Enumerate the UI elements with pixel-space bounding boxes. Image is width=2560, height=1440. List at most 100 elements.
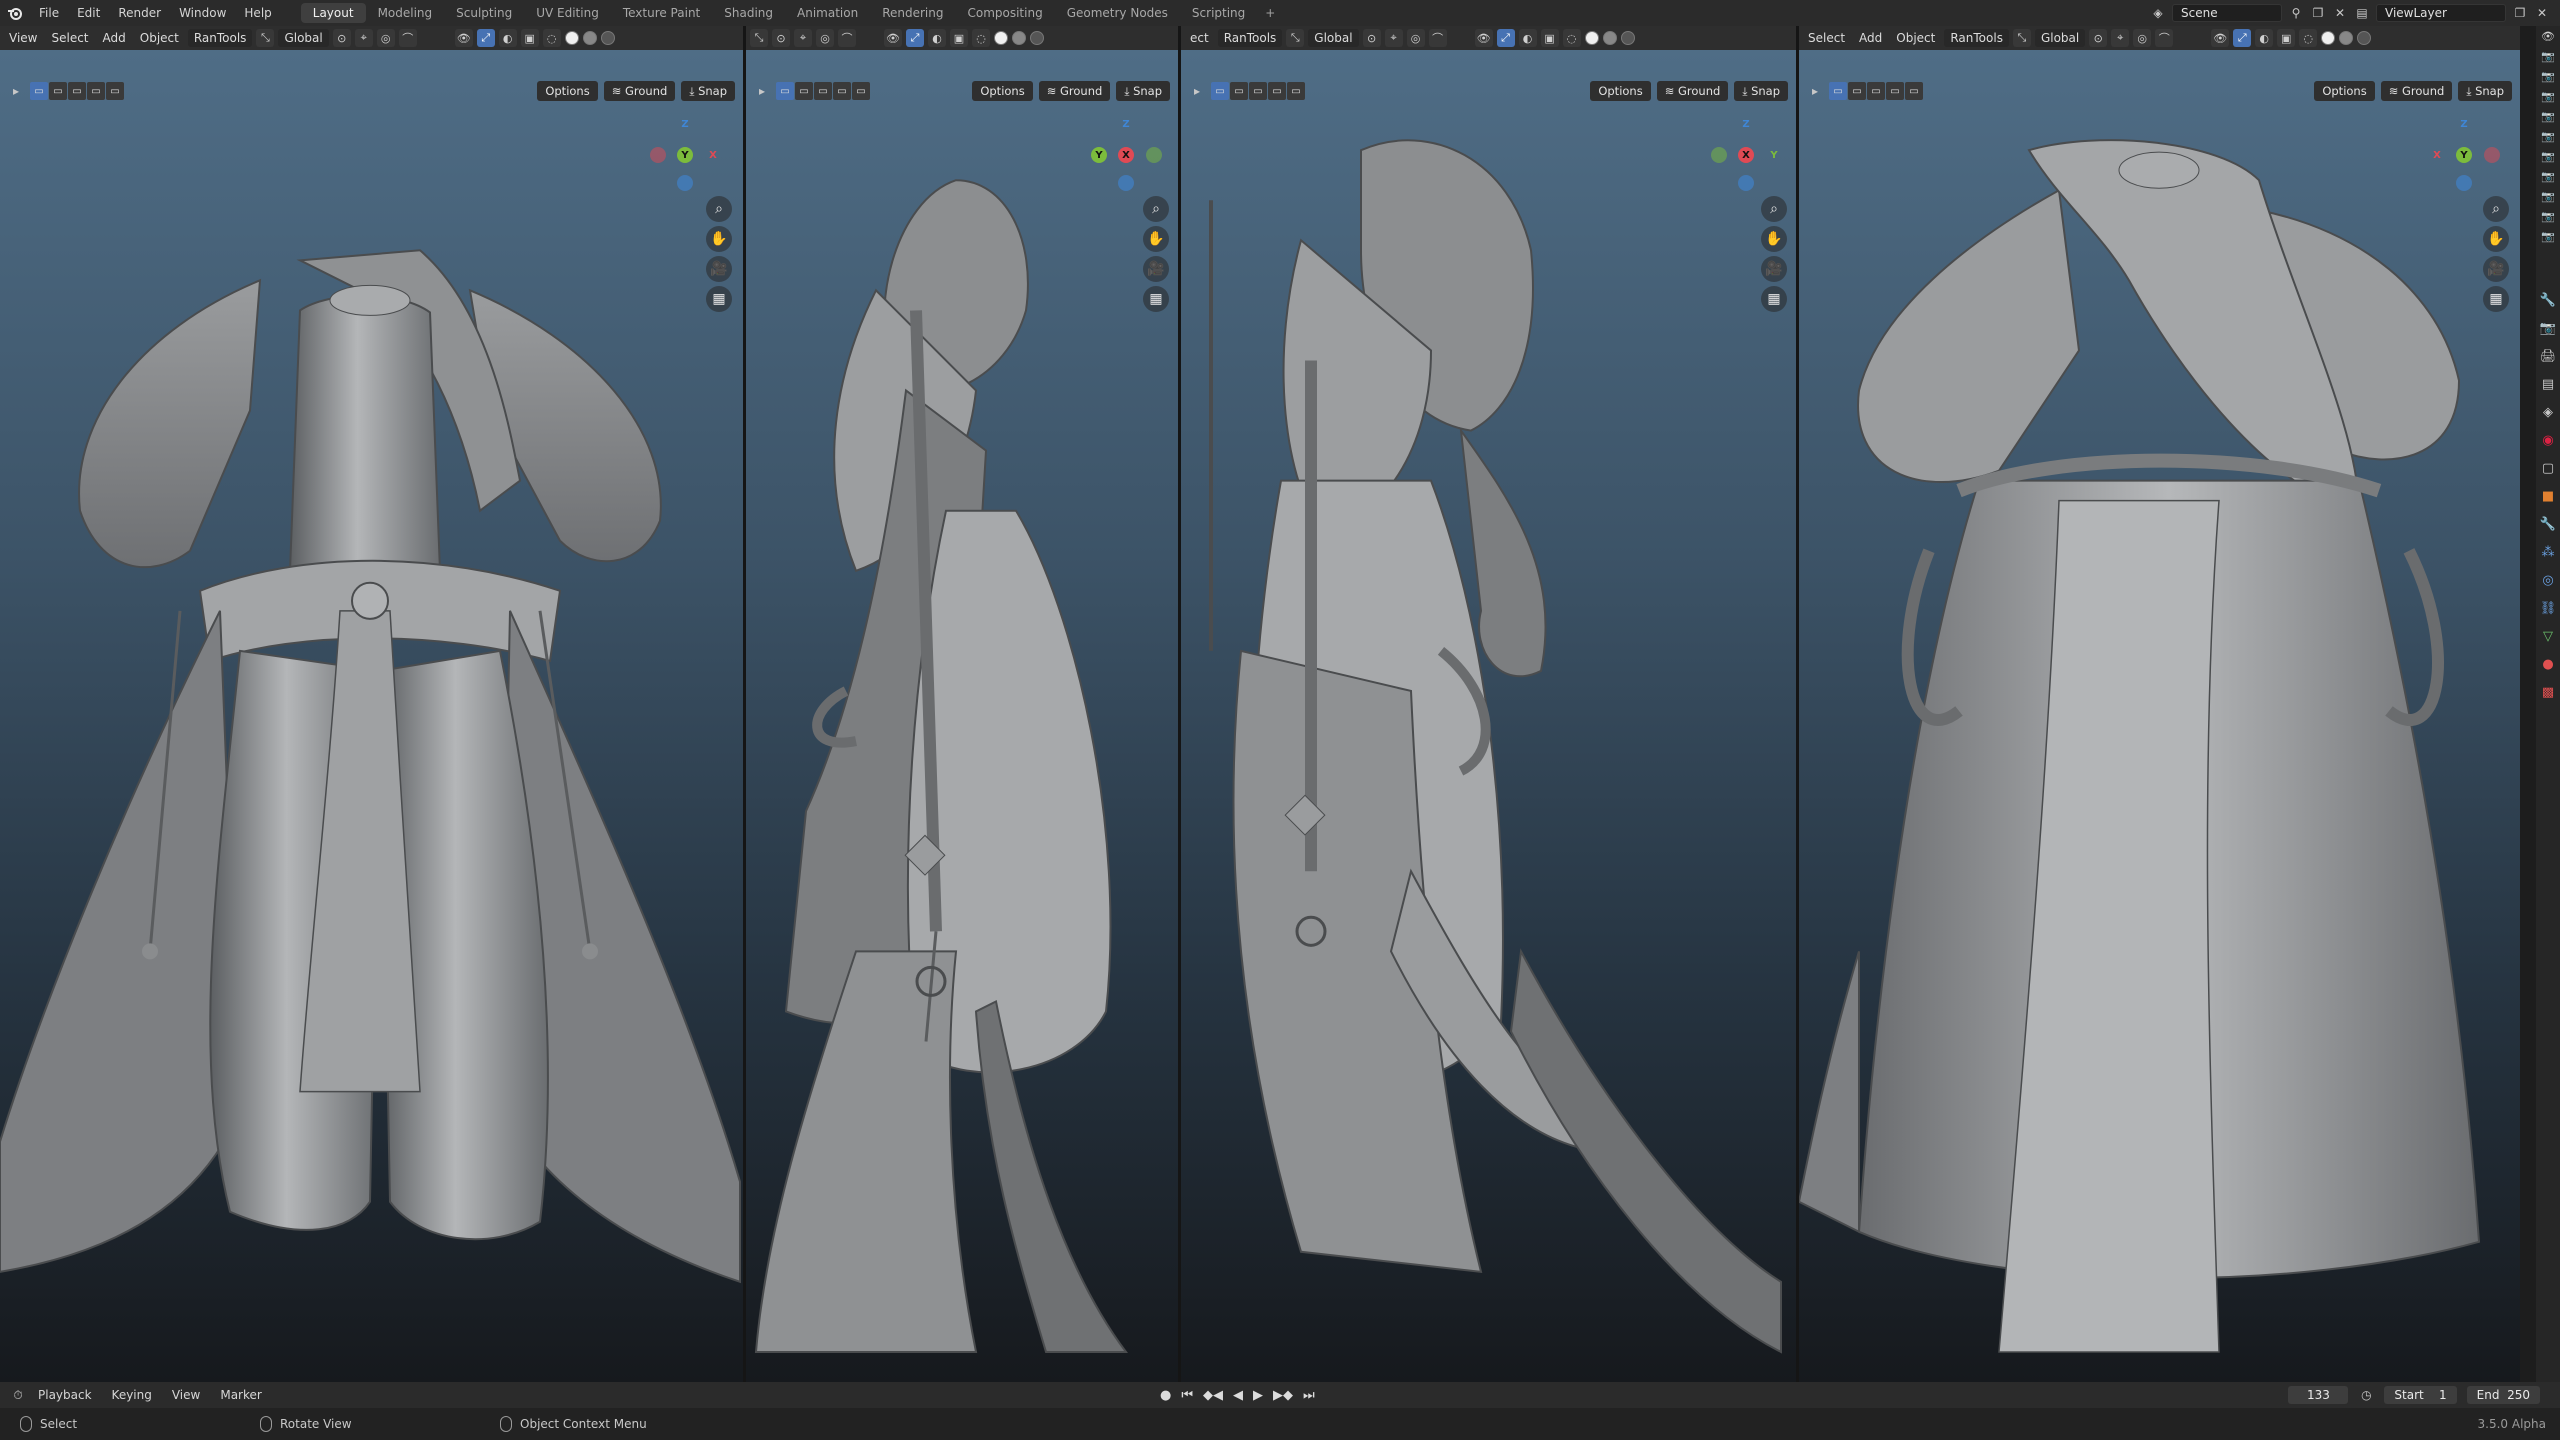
wireframe-shading-icon[interactable]: ◌ xyxy=(972,29,990,47)
xray-icon[interactable]: ▣ xyxy=(1540,29,1559,47)
material-tab-icon[interactable]: ● xyxy=(2536,650,2560,678)
start-frame-field[interactable]: Start 1 xyxy=(2384,1386,2457,1404)
gizmo-x-axis[interactable]: X xyxy=(1738,147,1754,163)
select-invert-icon[interactable]: ▭ xyxy=(833,82,851,100)
pivot-icon[interactable]: ⊙ xyxy=(1362,29,1381,47)
pivot-icon[interactable]: ⊙ xyxy=(332,29,351,47)
add-workspace-button[interactable]: + xyxy=(1257,6,1283,20)
select-subtract-icon[interactable]: ▭ xyxy=(68,82,86,100)
object-tab-icon[interactable]: ■ xyxy=(2536,482,2560,510)
menu-marker[interactable]: Marker xyxy=(212,1388,269,1402)
menu-window[interactable]: Window xyxy=(170,0,235,26)
toolbar-toggle-icon[interactable]: ▸ xyxy=(1189,83,1205,99)
gizmo-toggle-icon[interactable]: ⤢ xyxy=(2233,29,2252,47)
select-subtract-icon[interactable]: ▭ xyxy=(1867,82,1885,100)
wireframe-shading-icon[interactable]: ◌ xyxy=(542,29,561,47)
snap-icon[interactable]: ⌖ xyxy=(1384,29,1403,47)
snap-button[interactable]: ⤓ Snap xyxy=(1734,81,1788,101)
end-frame-field[interactable]: End 250 xyxy=(2466,1386,2540,1404)
gizmo-neg-y-axis[interactable] xyxy=(1146,147,1162,163)
visibility-icon[interactable]: 👁 xyxy=(884,29,902,47)
menu-add[interactable]: Add xyxy=(98,31,131,45)
falloff-icon[interactable]: ⌒ xyxy=(1428,29,1447,47)
proportional-icon[interactable]: ◎ xyxy=(376,29,395,47)
gizmo-z-axis[interactable]: Z xyxy=(1738,116,1754,132)
orientation-dropdown[interactable]: Global xyxy=(278,29,329,47)
gizmo-neg-z-axis[interactable] xyxy=(2456,175,2472,191)
outliner-camera-icon[interactable]: 📷 xyxy=(2536,86,2560,106)
gizmo-y-axis[interactable]: Y xyxy=(1766,147,1782,163)
gizmo-y-axis[interactable]: Y xyxy=(2456,147,2472,163)
rantools-dropdown[interactable]: RanTools xyxy=(1944,29,2009,47)
wireframe-shading-icon[interactable]: ◌ xyxy=(1562,29,1581,47)
zoom-icon[interactable]: ⌕ xyxy=(1143,196,1169,222)
pin-icon[interactable]: ⚲ xyxy=(2288,5,2304,21)
collection-tab-icon[interactable]: ▢ xyxy=(2536,454,2560,482)
proportional-icon[interactable]: ◎ xyxy=(2133,29,2152,47)
gizmo-neg-x-axis[interactable] xyxy=(2484,147,2500,163)
rantools-dropdown[interactable]: RanTools xyxy=(187,29,253,47)
menu-add[interactable]: Add xyxy=(1854,31,1887,45)
clock-icon[interactable]: ◷ xyxy=(2358,1387,2374,1403)
solid-shading-icon[interactable] xyxy=(1584,31,1599,45)
proportional-icon[interactable]: ◎ xyxy=(1406,29,1425,47)
solid-shading-icon[interactable] xyxy=(564,31,579,45)
menu-render[interactable]: Render xyxy=(109,0,170,26)
menu-playback[interactable]: Playback xyxy=(30,1388,100,1402)
gizmo-z-axis[interactable]: Z xyxy=(2456,116,2472,132)
snap-icon[interactable]: ⌖ xyxy=(2111,29,2130,47)
ground-button[interactable]: ≋ Ground xyxy=(1656,81,1729,101)
select-extend-icon[interactable]: ▭ xyxy=(1230,82,1248,100)
tab-uv-editing[interactable]: UV Editing xyxy=(524,3,611,23)
navigation-gizmo[interactable]: Z X Y xyxy=(1701,110,1791,200)
camera-icon[interactable]: 🎥 xyxy=(2483,256,2509,282)
viewport-canvas[interactable]: ▸ ▭ ▭ ▭ ▭ ▭ Options ≋ Ground ⤓ Snap Z X Y ⌕ … xyxy=(1181,50,1796,1382)
tab-modeling[interactable]: Modeling xyxy=(366,3,445,23)
gizmo-toggle-icon[interactable]: ⤢ xyxy=(476,29,495,47)
pan-hand-icon[interactable]: ✋ xyxy=(706,226,732,252)
delete-scene-icon[interactable]: ✕ xyxy=(2332,5,2348,21)
visibility-icon[interactable]: 👁 xyxy=(454,29,473,47)
render-tab-icon[interactable]: 📷 xyxy=(2536,314,2560,342)
overlay-icon[interactable]: ◐ xyxy=(928,29,946,47)
viewport-back[interactable]: Select Add Object RanTools ⤡ Global ⊙ ⌖ … xyxy=(1799,26,2520,1382)
ground-button[interactable]: ≋ Ground xyxy=(1038,81,1111,101)
select-subtract-icon[interactable]: ▭ xyxy=(814,82,832,100)
view-layer-tab-icon[interactable]: ▤ xyxy=(2536,370,2560,398)
overlay-icon[interactable]: ◐ xyxy=(498,29,517,47)
grid-icon[interactable]: ▦ xyxy=(706,286,732,312)
select-intersect-icon[interactable]: ▭ xyxy=(1905,82,1923,100)
viewport-canvas[interactable]: ▸ ▭ ▭ ▭ ▭ ▭ Options ≋ Ground ⤓ Snap Z Y X ⌕ … xyxy=(746,50,1178,1382)
pivot-icon[interactable]: ⊙ xyxy=(772,29,790,47)
viewport-canvas[interactable]: ▸ ▭ ▭ ▭ ▭ ▭ Options ≋ Ground ⤓ Snap Z Y X ⌕ … xyxy=(0,50,743,1382)
solid-shading-icon[interactable] xyxy=(994,31,1008,45)
menu-select[interactable]: Select xyxy=(1803,31,1850,45)
outliner-camera-icon[interactable]: 📷 xyxy=(2536,126,2560,146)
menu-object[interactable]: Object xyxy=(1891,31,1940,45)
options-button[interactable]: Options xyxy=(1590,81,1651,101)
outliner-camera-icon[interactable]: 📷 xyxy=(2536,206,2560,226)
menu-object[interactable]: Object xyxy=(135,31,184,45)
delete-layer-icon[interactable]: ✕ xyxy=(2534,5,2550,21)
prev-keyframe-icon[interactable]: ◆◀ xyxy=(1203,1388,1223,1403)
falloff-icon[interactable]: ⌒ xyxy=(398,29,417,47)
toolbar-toggle-icon[interactable]: ▸ xyxy=(8,83,24,99)
grid-icon[interactable]: ▦ xyxy=(2483,286,2509,312)
tab-sculpting[interactable]: Sculpting xyxy=(444,3,524,23)
select-subtract-icon[interactable]: ▭ xyxy=(1249,82,1267,100)
select-extend-icon[interactable]: ▭ xyxy=(795,82,813,100)
outliner-camera-icon[interactable]: 📷 xyxy=(2536,226,2560,246)
falloff-icon[interactable]: ⌒ xyxy=(838,29,856,47)
material-shading-icon[interactable] xyxy=(1012,31,1026,45)
gizmo-y-axis[interactable]: Y xyxy=(1091,147,1107,163)
menu-view[interactable]: View xyxy=(4,31,42,45)
pan-hand-icon[interactable]: ✋ xyxy=(1143,226,1169,252)
snap-button[interactable]: ⤓ Snap xyxy=(681,81,735,101)
camera-icon[interactable]: 🎥 xyxy=(1761,256,1787,282)
orientation-dropdown[interactable]: Global xyxy=(2034,29,2086,47)
blender-logo-icon[interactable] xyxy=(0,5,30,21)
tab-rendering[interactable]: Rendering xyxy=(870,3,955,23)
viewport-front[interactable]: View Select Add Object RanTools ⤡ Global… xyxy=(0,26,743,1382)
play-reverse-icon[interactable]: ◀ xyxy=(1233,1388,1243,1403)
play-icon[interactable]: ▶ xyxy=(1253,1388,1263,1403)
